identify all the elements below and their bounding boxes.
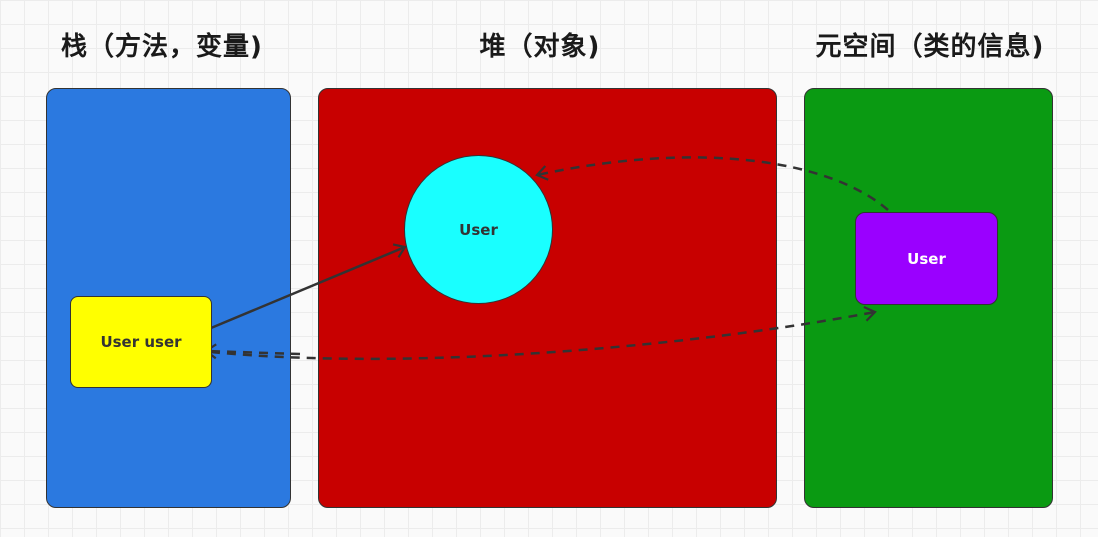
- metaspace-heading: 元空间（类的信息): [815, 32, 1045, 62]
- heap-region[interactable]: [318, 88, 777, 508]
- stack-variable-node[interactable]: User user: [70, 296, 212, 388]
- heap-heading: 堆（对象): [479, 32, 601, 62]
- heap-object-node[interactable]: User: [404, 155, 553, 304]
- metaspace-class-node[interactable]: User: [855, 212, 998, 305]
- stack-heading: 栈（方法，变量): [61, 32, 263, 62]
